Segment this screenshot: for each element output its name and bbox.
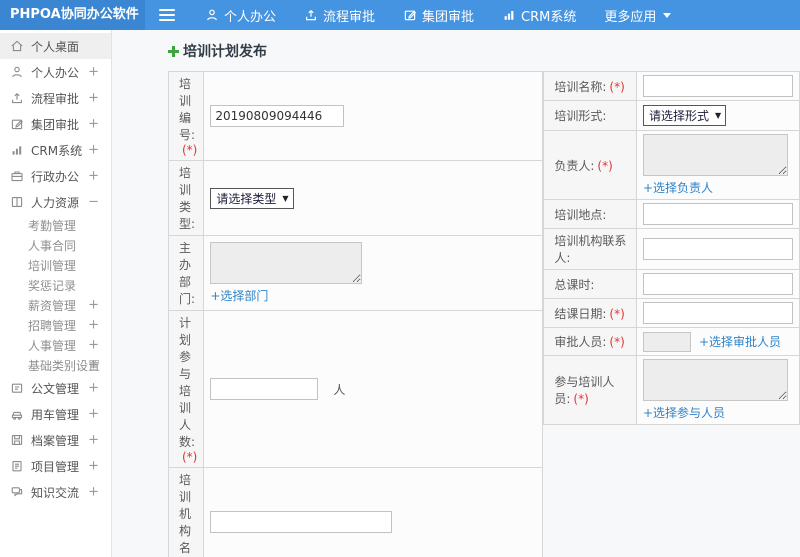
row-host-department: 主办部门: +选择部门: [167, 235, 544, 311]
sidebar: 个人桌面 个人办公 + 流程审批 + 集团审批 + CRM系统 + 行政办公 +…: [0, 30, 112, 557]
row-institution-name: 培训机构名称:: [167, 467, 544, 557]
choose-person-in-charge-link[interactable]: +选择负责人: [643, 179, 793, 196]
sidebar-item-admin-office[interactable]: 行政办公 +: [0, 163, 111, 189]
training-participants-textarea[interactable]: [643, 359, 788, 401]
main-content: 培训计划发布 培训编号:(*) 培训类型: 请选择类型 ▼ 主办部门: +选择部…: [113, 30, 800, 557]
choose-approvers-link[interactable]: +选择审批人员: [699, 333, 781, 350]
sidebar-subitem-training-mgmt[interactable]: 培训管理: [0, 255, 111, 275]
row-training-format: 培训形式: 请选择形式 ▼: [543, 100, 800, 131]
end-date-input[interactable]: [643, 302, 793, 324]
upload-icon: [10, 91, 24, 105]
nav-workflow-approval[interactable]: 流程审批: [290, 0, 389, 30]
sidebar-item-vehicle-mgmt[interactable]: 用车管理 +: [0, 401, 111, 427]
sidebar-item-personal-desktop[interactable]: 个人桌面: [0, 33, 111, 59]
chevron-down-icon: ▼: [282, 193, 289, 203]
sidebar-subitem-base-category-setting[interactable]: 基础类别设置 +: [0, 355, 111, 375]
form-table-left: 培训编号:(*) 培训类型: 请选择类型 ▼ 主办部门: +选择部门 计划参与培…: [167, 71, 544, 557]
sidebar-subitem-salary-mgmt[interactable]: 薪资管理 +: [0, 295, 111, 315]
sidebar-subitem-recruit-mgmt[interactable]: 招聘管理 +: [0, 315, 111, 335]
app-logo: PHPOA协同办公软件: [0, 0, 145, 30]
training-location-input[interactable]: [643, 203, 793, 225]
training-name-input[interactable]: [643, 75, 793, 97]
row-end-date: 结课日期: (*): [543, 298, 800, 328]
document-icon: [10, 381, 24, 395]
choose-participants-link[interactable]: +选择参与人员: [643, 404, 793, 421]
sidebar-item-workflow-approval[interactable]: 流程审批 +: [0, 85, 111, 111]
upload-icon: [304, 8, 318, 22]
institution-contact-input[interactable]: [643, 238, 793, 260]
person-in-charge-textarea[interactable]: [643, 134, 788, 176]
top-bar: PHPOA协同办公软件 个人办公 流程审批 集团审批 CRM系统 更多应用: [0, 0, 800, 30]
sidebar-subitem-hr-contract[interactable]: 人事合同: [0, 235, 111, 255]
add-icon: [168, 45, 179, 57]
chevron-down-icon: [663, 12, 672, 18]
sidebar-subitem-reward-punish-record[interactable]: 奖惩记录: [0, 275, 111, 295]
home-icon: [10, 39, 24, 53]
sidebar-subitem-attendance-mgmt[interactable]: 考勤管理: [0, 215, 111, 235]
row-total-class-hours: 总课时:: [543, 269, 800, 299]
row-training-location: 培训地点:: [543, 199, 800, 229]
chevron-down-icon: ▼: [715, 111, 722, 120]
sidebar-subitem-personnel-mgmt[interactable]: 人事管理 +: [0, 335, 111, 355]
archive-icon: [10, 433, 24, 447]
car-icon: [10, 407, 24, 421]
chat-icon: [10, 485, 24, 499]
edit-icon: [10, 117, 24, 131]
total-class-hours-input[interactable]: [643, 273, 793, 295]
sidebar-item-group-approval[interactable]: 集团审批 +: [0, 111, 111, 137]
row-approvers: 审批人员: (*) +选择审批人员: [543, 327, 800, 356]
host-department-textarea[interactable]: [210, 242, 363, 284]
row-training-name: 培训名称: (*): [543, 71, 800, 101]
institution-name-input[interactable]: [210, 511, 393, 533]
sidebar-item-knowledge-exchange[interactable]: 知识交流 +: [0, 479, 111, 505]
sidebar-item-document-mgmt[interactable]: 公文管理 +: [0, 375, 111, 401]
planned-participants-input[interactable]: [210, 378, 319, 400]
clipboard-icon: [10, 459, 24, 473]
sidebar-item-personal-office[interactable]: 个人办公 +: [0, 59, 111, 85]
user-icon: [10, 65, 24, 79]
page-title: 培训计划发布: [168, 41, 800, 61]
bar-chart-icon: [10, 143, 24, 157]
book-icon: [10, 195, 24, 209]
user-icon: [205, 8, 219, 22]
choose-department-link[interactable]: +选择部门: [210, 287, 536, 304]
row-planned-participants: 计划参与培训人数:(*) 人: [167, 310, 544, 468]
edit-icon: [403, 8, 417, 22]
nav-crm-system[interactable]: CRM系统: [488, 0, 590, 30]
sidebar-item-archive-mgmt[interactable]: 档案管理 +: [0, 427, 111, 453]
sidebar-item-human-resources[interactable]: 人力资源 −: [0, 189, 111, 215]
form-table-right: 培训名称: (*) 培训形式: 请选择形式 ▼ 负责人: (*) +选择负责人 培训…: [543, 71, 800, 425]
nav-more-apps[interactable]: 更多应用: [590, 0, 685, 30]
bar-chart-icon: [502, 8, 516, 22]
sidebar-item-crm-system[interactable]: CRM系统 +: [0, 137, 111, 163]
sidebar-item-project-mgmt[interactable]: 项目管理 +: [0, 453, 111, 479]
briefcase-icon: [10, 169, 24, 183]
row-person-in-charge: 负责人: (*) +选择负责人: [543, 130, 800, 200]
nav-personal-office[interactable]: 个人办公: [191, 0, 290, 30]
row-training-number: 培训编号:(*): [167, 71, 544, 161]
top-nav: 个人办公 流程审批 集团审批 CRM系统 更多应用: [191, 0, 685, 30]
nav-group-approval[interactable]: 集团审批: [389, 0, 488, 30]
row-training-type: 培训类型: 请选择类型 ▼: [167, 160, 544, 236]
row-institution-contact: 培训机构联系人:: [543, 228, 800, 270]
hamburger-menu-icon[interactable]: [159, 6, 175, 24]
training-format-select[interactable]: 请选择形式 ▼: [643, 105, 727, 126]
training-plan-form: 培训编号:(*) 培训类型: 请选择类型 ▼ 主办部门: +选择部门 计划参与培…: [167, 71, 800, 557]
row-training-participants: 参与培训人员: (*) +选择参与人员: [543, 355, 800, 425]
training-number-input[interactable]: [210, 105, 345, 127]
training-type-select[interactable]: 请选择类型 ▼: [210, 187, 294, 209]
approvers-box[interactable]: [643, 331, 691, 352]
